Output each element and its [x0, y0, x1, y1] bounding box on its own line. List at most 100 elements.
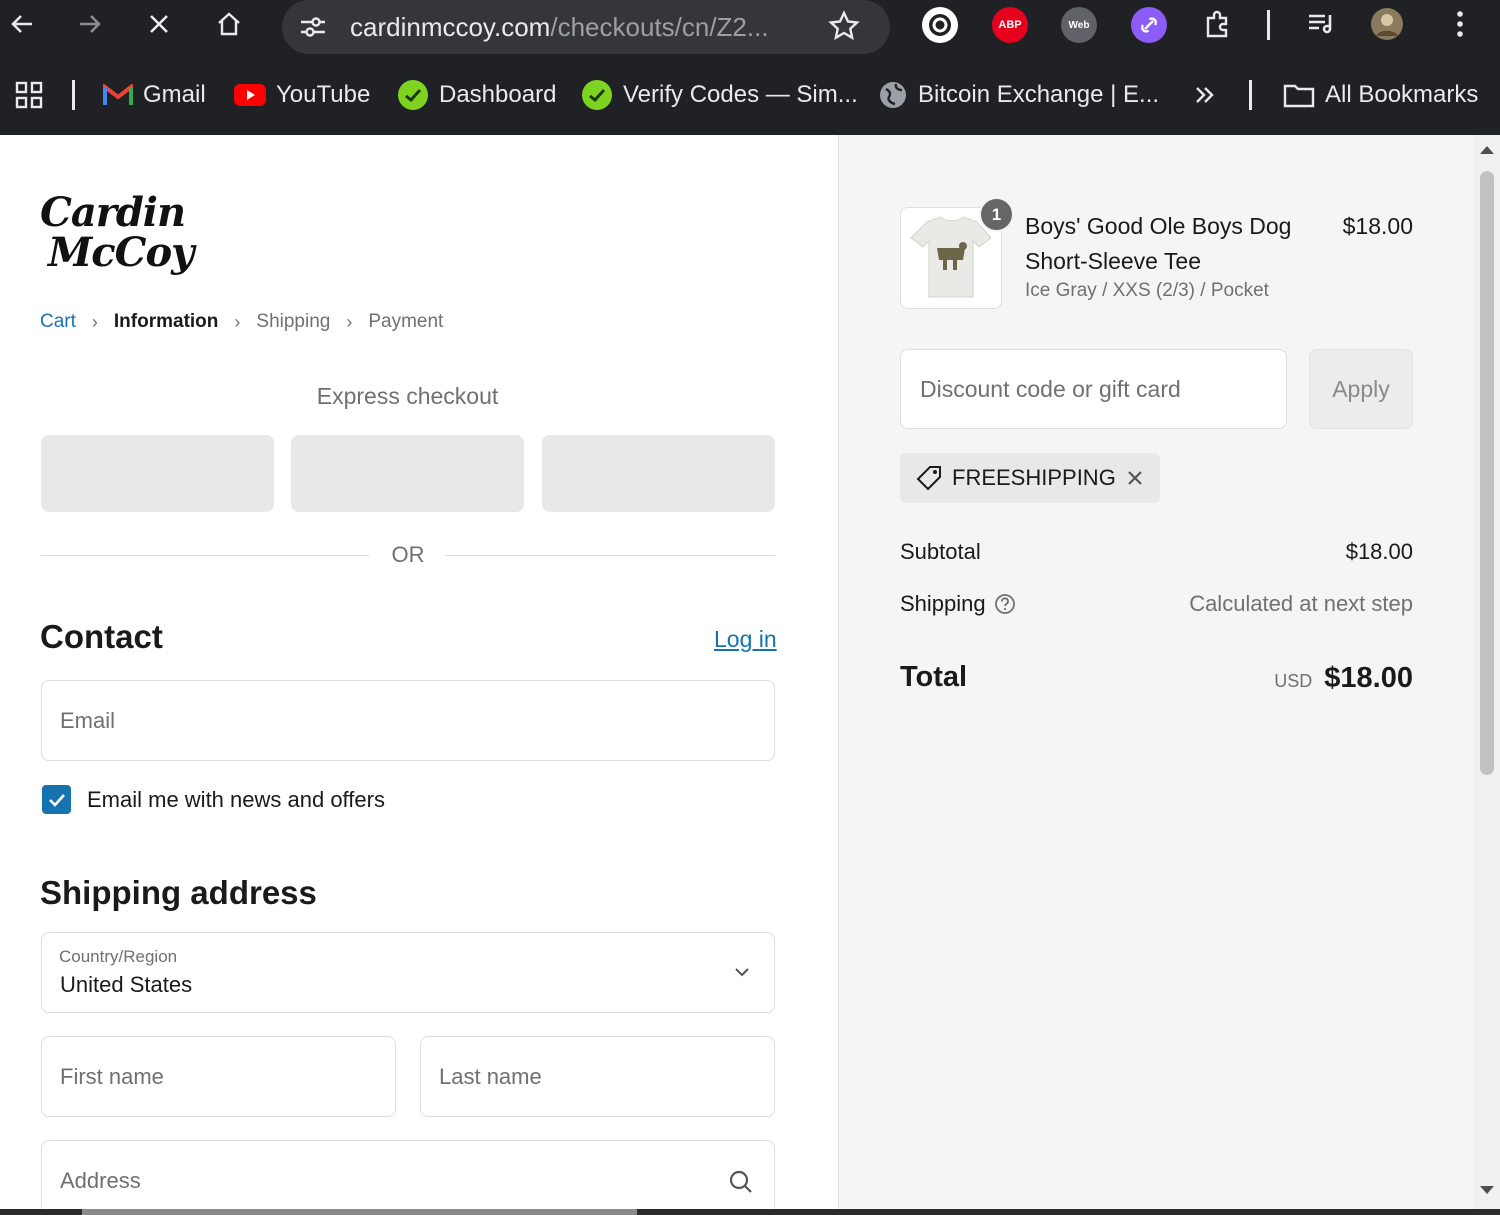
forward-button[interactable]: [72, 6, 108, 42]
bookmark-gmail[interactable]: Gmail: [103, 80, 206, 110]
express-checkout-button-2[interactable]: [291, 435, 524, 512]
extensions-button[interactable]: [1200, 6, 1236, 42]
close-icon: [150, 15, 168, 33]
bookmark-youtube[interactable]: YouTube: [234, 80, 370, 110]
shipping-value: Calculated at next step: [1189, 591, 1413, 616]
chevron-right-icon: ›: [91, 311, 98, 332]
chevron-down-icon: [735, 968, 749, 977]
logo-line2: McCoy: [48, 229, 194, 276]
bookmark-verify-codes[interactable]: Verify Codes — Sim...: [581, 80, 858, 110]
quantity-badge: 1: [979, 197, 1014, 232]
toolbar-divider: [1267, 10, 1270, 40]
site-settings-icon[interactable]: [298, 13, 328, 41]
login-link[interactable]: Log in: [714, 626, 777, 653]
bookmark-label: Verify Codes — Sim...: [623, 81, 858, 108]
breadcrumb-information: Information: [113, 311, 219, 332]
scroll-up-icon[interactable]: [1479, 145, 1495, 155]
bookmark-label: Dashboard: [439, 81, 557, 108]
checkout-main: Cardin McCoy Cart › Information › Shippi…: [0, 135, 838, 1215]
total-currency: USD: [1274, 671, 1313, 691]
globe-icon: [880, 82, 906, 108]
country-label: Country/Region: [59, 947, 178, 966]
address-bar[interactable]: cardinmccoy.com/checkouts/cn/Z2...: [282, 0, 890, 54]
more-bookmarks-button[interactable]: [1194, 80, 1216, 110]
all-bookmarks-label: All Bookmarks: [1325, 81, 1479, 108]
youtube-icon: [234, 84, 266, 106]
email-field[interactable]: Email: [41, 680, 775, 761]
horizontal-scrollbar-thumb[interactable]: [82, 1209, 637, 1215]
web-extension[interactable]: Web: [1061, 7, 1097, 43]
breadcrumb-cart[interactable]: Cart: [40, 311, 76, 333]
tag-icon: [916, 466, 941, 491]
discount-code-input[interactable]: Discount code or gift card: [900, 349, 1287, 429]
express-checkout-button-1[interactable]: [41, 435, 274, 512]
discount-placeholder: Discount code or gift card: [920, 376, 1181, 402]
apps-button[interactable]: [15, 80, 43, 110]
email-placeholder: Email: [60, 708, 116, 733]
back-button[interactable]: [4, 6, 40, 42]
bookmark-star-icon[interactable]: [828, 10, 860, 42]
grammarly-extension[interactable]: [922, 7, 958, 43]
applied-discount-tag: FREESHIPPING: [900, 453, 1160, 503]
newsletter-checkbox[interactable]: [42, 785, 71, 814]
contact-heading: Contact: [40, 618, 163, 655]
home-button[interactable]: [211, 6, 247, 42]
bookmarks-divider: [1249, 80, 1252, 110]
chevron-right-icon: ›: [346, 311, 353, 332]
or-divider-text: OR: [391, 542, 425, 567]
url-host: cardinmccoy.com: [350, 12, 551, 42]
express-checkout-title: Express checkout: [316, 383, 499, 409]
store-logo[interactable]: Cardin McCoy: [40, 189, 194, 276]
subtotal-label: Subtotal: [900, 539, 981, 564]
divider-line: [41, 555, 369, 556]
bookmark-dashboard[interactable]: Dashboard: [397, 80, 556, 110]
link-icon: [1141, 17, 1157, 33]
url-path: /checkouts/cn/Z2...: [550, 12, 769, 42]
stop-loading-button[interactable]: [141, 6, 177, 42]
discount-code-label: FREESHIPPING: [952, 465, 1116, 490]
all-bookmarks-button[interactable]: All Bookmarks: [1283, 80, 1478, 110]
bookmarks-divider: [72, 80, 75, 110]
grammarly-icon: [929, 14, 951, 36]
help-circle-icon[interactable]: [994, 593, 1016, 615]
logo-line1: Cardin: [40, 189, 186, 236]
product-name: Boys' Good Ole Boys Dog Short-Sleeve Tee: [1025, 209, 1325, 279]
scroll-down-icon[interactable]: [1479, 1185, 1495, 1195]
total-amount: USD $18.00: [1274, 662, 1413, 695]
vertical-scrollbar[interactable]: [1474, 135, 1500, 1209]
shipping-row-label: Shipping: [900, 591, 1016, 617]
total-value: $18.00: [1324, 662, 1413, 694]
apply-discount-button[interactable]: Apply: [1309, 349, 1413, 429]
bookmark-label: Gmail: [143, 81, 206, 108]
bookmarks-bar: Gmail YouTube Dashboard Verify Codes — S…: [0, 68, 1500, 122]
address-field[interactable]: Address: [41, 1140, 775, 1215]
profile-avatar[interactable]: [1369, 6, 1405, 42]
breadcrumb: Cart › Information › Shipping › Payment: [40, 311, 443, 333]
last-name-placeholder: Last name: [439, 1064, 542, 1089]
forward-arrow-icon: [80, 15, 101, 33]
remove-discount-icon[interactable]: [1126, 469, 1144, 487]
first-name-field[interactable]: First name: [41, 1036, 396, 1117]
browser-menu-button[interactable]: [1442, 6, 1478, 42]
avatar-icon: [1371, 8, 1403, 40]
back-arrow-icon: [11, 15, 32, 33]
newsletter-label[interactable]: Email me with news and offers: [87, 787, 385, 813]
gmail-icon: [103, 84, 133, 105]
last-name-field[interactable]: Last name: [420, 1036, 775, 1117]
breadcrumb-shipping: Shipping: [256, 311, 331, 332]
bookmark-bitcoin-exchange[interactable]: Bitcoin Exchange | E...: [878, 80, 1159, 110]
adblock-plus-extension[interactable]: ABP: [992, 7, 1028, 43]
country-select[interactable]: Country/Region United States: [41, 932, 775, 1013]
verify-icon: [582, 80, 612, 110]
first-name-placeholder: First name: [60, 1064, 164, 1089]
order-summary: 1 Boys' Good Ole Boys Dog Short-Sleeve T…: [838, 135, 1474, 1209]
double-chevron-right-icon: [1196, 87, 1214, 103]
breadcrumb-payment: Payment: [368, 311, 444, 332]
express-checkout-button-3[interactable]: [542, 435, 775, 512]
bookmark-label: Bitcoin Exchange | E...: [918, 81, 1160, 108]
shipping-label: Shipping: [900, 591, 986, 616]
media-control-button[interactable]: [1303, 6, 1339, 42]
purple-extension[interactable]: [1131, 7, 1167, 43]
scrollbar-thumb[interactable]: [1480, 171, 1494, 775]
chevron-right-icon: ›: [234, 311, 241, 332]
